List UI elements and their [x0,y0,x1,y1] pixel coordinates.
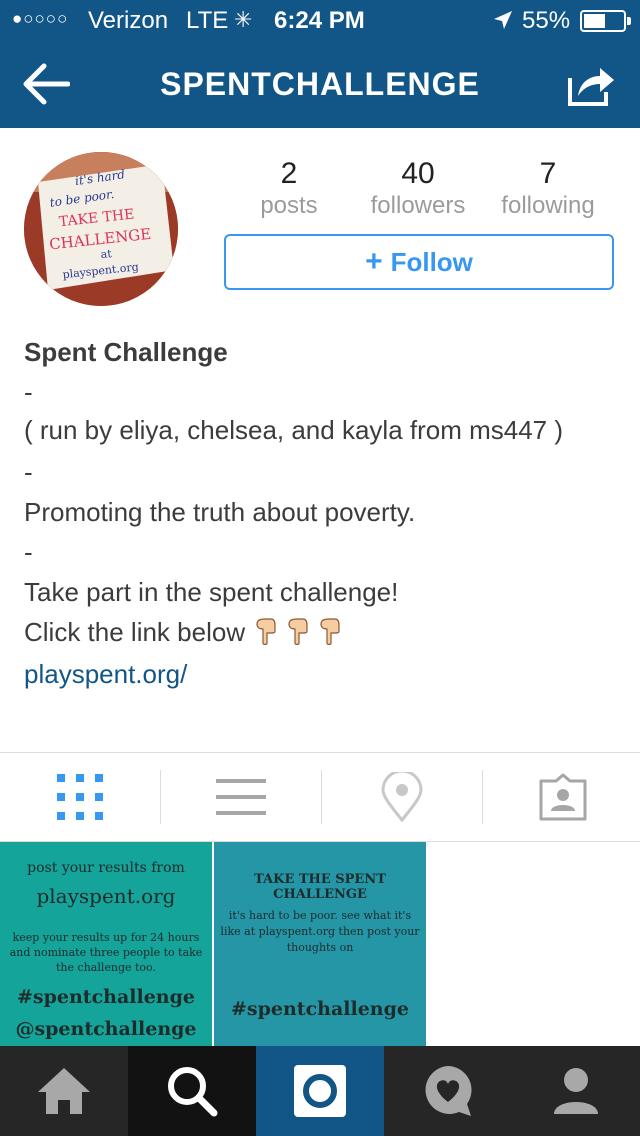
status-bar: ●○○○○ Verizon LTE ✳ 6:24 PM 55% [0,0,640,40]
page-title: SPENTCHALLENGE [160,66,480,102]
home-icon [38,1068,90,1114]
stat-following[interactable]: 7 following [478,156,618,220]
stat-following-label: following [501,192,595,219]
bio-website-link[interactable]: playspent.org/ [24,652,620,696]
stat-following-value: 7 [539,157,557,190]
share-button[interactable] [566,62,616,108]
avatar[interactable]: it's hard to be poor. TAKE THE CHALLENGE… [24,152,178,306]
pointing-down-hand-icon [288,618,308,645]
bio-line-take-part: Take part in the spent challenge! [24,577,399,607]
profile-bio: Spent Challenge - ( run by eliya, chelse… [24,332,620,696]
bio-line-click-link: Click the link below [24,612,620,652]
pointing-down-hand-icon [320,618,340,645]
bio-separator: - [24,377,33,407]
post1-text-line2: playspent.org [36,884,176,908]
follow-button[interactable]: + Follow [224,234,614,290]
post1-text-line4: #spentchallenge [17,986,195,1008]
post1-text-line5: @spentchallenge [15,1018,197,1040]
tagged-person-icon [539,773,587,821]
post1-text-line3: keep your results up for 24 hours and no… [9,931,203,974]
post1-text-line1: post your results from [27,860,185,876]
network-type: LTE [186,7,229,34]
stat-followers[interactable]: 40 followers [348,156,488,220]
carrier-name: Verizon [88,7,169,34]
grid-icon [57,774,103,820]
bio-line-run-by: ( run by eliya, chelsea, and kayla from … [24,415,564,445]
stat-followers-value: 40 [401,157,435,190]
avatar-text-line5: at [100,247,113,261]
battery-fill [584,14,605,28]
tab-tagged-photos[interactable] [483,770,640,824]
nav-profile[interactable] [512,1046,640,1136]
status-time: 6:24 PM [274,7,365,34]
list-icon [216,779,266,815]
activity-heart-bubble-icon [425,1066,472,1116]
stat-posts[interactable]: 2 posts [219,156,359,220]
stat-posts-value: 2 [280,157,298,190]
signal-strength-icon: ●○○○○ [12,9,69,28]
post2-text-line3: #spentchallenge [231,998,409,1020]
profile-name: Spent Challenge [24,337,228,367]
profile-person-icon [554,1068,598,1114]
location-arrow-icon [492,9,514,38]
plus-icon: + [365,245,383,278]
share-icon [568,68,614,106]
location-pin-icon [381,772,423,822]
bio-line-promoting: Promoting the truth about poverty. [24,497,416,527]
camera-icon [294,1065,346,1117]
nav-activity[interactable] [384,1046,512,1136]
bio-separator: - [24,537,33,567]
post2-text-line2: it's hard to be poor. see what it's like… [220,909,420,954]
tab-grid-view[interactable] [0,770,160,824]
bio-separator: - [24,457,33,487]
search-icon [168,1067,218,1117]
stat-followers-label: followers [370,192,466,219]
bottom-tab-bar [0,1046,640,1136]
nav-header: SPENTCHALLENGE [0,40,640,128]
follow-button-label: Follow [390,246,473,277]
post-thumbnail[interactable]: TAKE THE SPENT CHALLENGE it's hard to be… [214,842,426,1046]
bio-click-link-text: Click the link below [24,617,246,647]
tab-list-view[interactable] [161,770,321,824]
nav-home[interactable] [0,1046,128,1136]
avatar-image: it's hard to be poor. TAKE THE CHALLENGE… [24,152,178,306]
tab-map-view[interactable] [322,770,482,824]
post2-text-line1: TAKE THE SPENT CHALLENGE [254,872,386,902]
activity-spinner-icon: ✳ [234,7,253,32]
battery-percent: 55% [522,7,571,34]
nav-search[interactable] [128,1046,256,1136]
battery-icon [580,10,631,32]
nav-camera[interactable] [256,1046,384,1136]
stat-posts-label: posts [260,192,318,219]
post-thumbnail[interactable]: post your results from playspent.org kee… [0,842,212,1046]
pointing-down-hand-icon [256,618,276,645]
